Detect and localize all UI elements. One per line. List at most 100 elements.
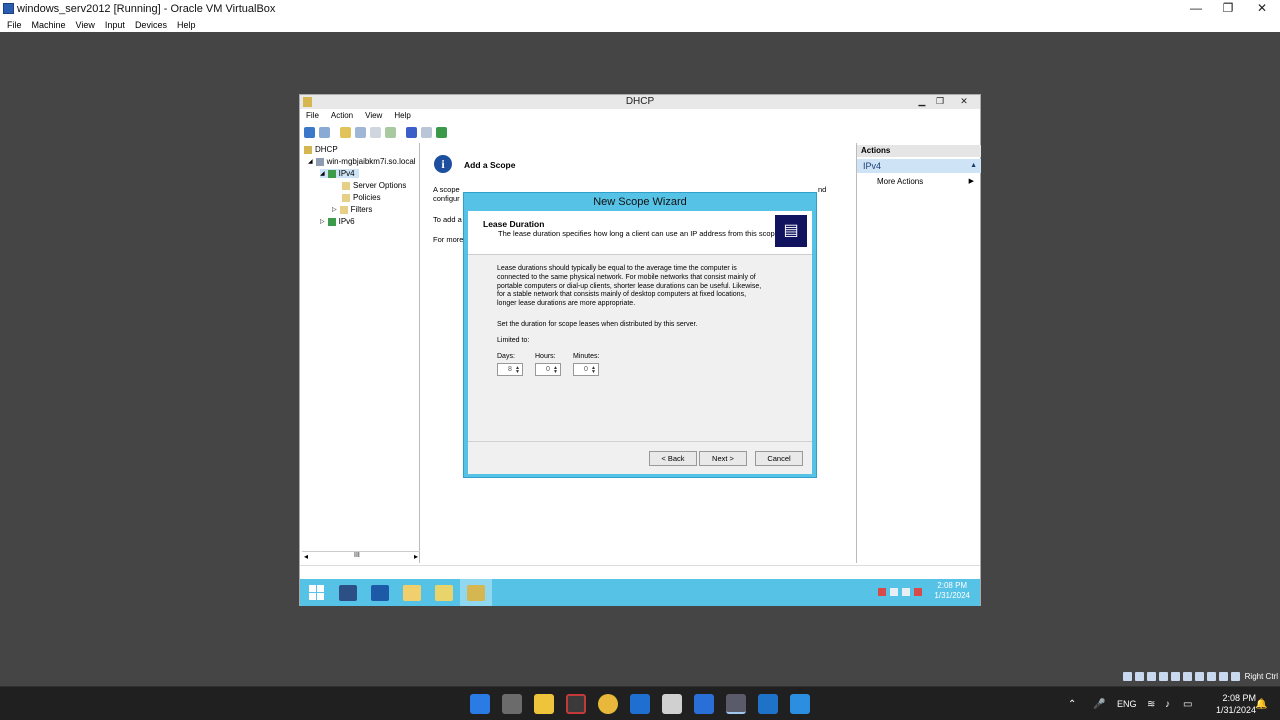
- tree-item-ipv4[interactable]: ◢ IPv4: [320, 169, 359, 178]
- more-actions-link[interactable]: More Actions: [877, 177, 923, 186]
- tree-item-filters[interactable]: ▷ Filters: [332, 205, 372, 214]
- display-icon[interactable]: [1194, 672, 1204, 681]
- host-menu-file[interactable]: File: [7, 20, 22, 30]
- microphone-icon[interactable]: 🎤: [1093, 699, 1105, 710]
- audio-icon[interactable]: [1146, 672, 1156, 681]
- tree-horizontal-scrollbar[interactable]: ◂ III ▸: [302, 551, 420, 561]
- ipv6-icon: [327, 217, 336, 226]
- refresh-icon[interactable]: [385, 126, 396, 138]
- language-indicator[interactable]: ENG: [1117, 699, 1137, 709]
- host-minimize-button[interactable]: —: [1186, 1, 1206, 15]
- mouse-integration-icon[interactable]: [1230, 672, 1240, 681]
- tree-item-dhcp[interactable]: DHCP: [304, 145, 338, 154]
- host-maximize-button[interactable]: ❐: [1218, 1, 1238, 15]
- spin-arrows-icon[interactable]: ▲ ▼: [553, 366, 558, 375]
- show-hide-tree-icon[interactable]: [355, 126, 366, 138]
- dhcp-menu-view[interactable]: View: [365, 111, 382, 123]
- host-menu-input[interactable]: Input: [105, 20, 125, 30]
- monitor-icon[interactable]: [436, 126, 447, 138]
- minutes-spinbox[interactable]: 0 ▲ ▼: [573, 363, 599, 376]
- content-text-line: nd: [818, 185, 827, 194]
- up-folder-icon[interactable]: [340, 126, 351, 138]
- vm-taskbar-server-manager[interactable]: [332, 579, 364, 606]
- dhcp-menu-file[interactable]: File: [306, 111, 319, 123]
- scroll-right-icon[interactable]: ▸: [414, 552, 418, 561]
- days-spinbox[interactable]: 8 ▲ ▼: [497, 363, 523, 376]
- cpu-icon[interactable]: [1218, 672, 1228, 681]
- collapse-icon[interactable]: ◢: [320, 170, 325, 177]
- scroll-thumb[interactable]: III: [354, 552, 360, 559]
- app-icon[interactable]: [566, 694, 586, 714]
- spin-arrows-icon[interactable]: ▲ ▼: [591, 366, 596, 375]
- host-menu-help[interactable]: Help: [177, 20, 196, 30]
- virtualbox-icon[interactable]: [726, 694, 746, 714]
- back-arrow-icon[interactable]: [304, 126, 315, 138]
- optical-drive-icon[interactable]: [1134, 672, 1144, 681]
- remote-desktop-icon[interactable]: [758, 694, 778, 714]
- cube-app-icon[interactable]: [662, 694, 682, 714]
- expand-icon[interactable]: ▷: [320, 218, 325, 225]
- battery-icon[interactable]: ▭: [1183, 699, 1192, 710]
- dhcp-menu-action[interactable]: Action: [331, 111, 353, 123]
- tree-item-label: Filters: [350, 205, 373, 214]
- export-list-icon[interactable]: [370, 126, 381, 138]
- vm-taskbar-explorer[interactable]: [396, 579, 428, 606]
- host-close-button[interactable]: ✕: [1252, 1, 1272, 15]
- content-text-line: To add a: [433, 215, 462, 224]
- notification-bell-icon[interactable]: 🔔: [1255, 699, 1267, 710]
- powershell-icon[interactable]: [694, 694, 714, 714]
- host-clock[interactable]: 2:08 PM 1/31/2024: [1216, 692, 1256, 716]
- chrome-icon[interactable]: [598, 694, 618, 714]
- tray-overflow-icon[interactable]: ⌃: [1068, 699, 1076, 710]
- collapse-icon[interactable]: ◢: [308, 158, 313, 165]
- vm-clock[interactable]: 2:08 PM 1/31/2024: [934, 581, 970, 601]
- properties-icon[interactable]: [421, 126, 432, 138]
- next-button[interactable]: Next >: [699, 451, 747, 466]
- outlook-icon[interactable]: [630, 694, 650, 714]
- back-button[interactable]: < Back: [649, 451, 697, 466]
- hours-spinbox[interactable]: 0 ▲ ▼: [535, 363, 561, 376]
- vm-start-button[interactable]: [300, 579, 332, 606]
- shared-folder-icon[interactable]: [1182, 672, 1192, 681]
- host-menu-machine[interactable]: Machine: [32, 20, 66, 30]
- tree-item-server[interactable]: ◢ win-mgbjaibkm7i.so.local: [308, 157, 420, 166]
- actions-section-ipv4[interactable]: IPv4 ▲: [857, 159, 981, 173]
- network-icon[interactable]: [890, 588, 898, 596]
- dhcp-restore-button[interactable]: ❐: [932, 95, 948, 107]
- vm-taskbar-dhcp[interactable]: [460, 579, 492, 606]
- expand-icon[interactable]: ▷: [332, 206, 337, 213]
- actions-header: Actions: [857, 145, 981, 157]
- task-view-icon[interactable]: [502, 694, 522, 714]
- volume-icon[interactable]: ♪: [1165, 699, 1170, 710]
- action-center-icon[interactable]: [878, 588, 886, 596]
- file-explorer-icon[interactable]: [534, 694, 554, 714]
- submenu-arrow-icon[interactable]: ▶: [969, 177, 974, 185]
- wifi-icon[interactable]: ≋: [1147, 699, 1155, 710]
- speaker-icon[interactable]: [902, 588, 910, 596]
- host-menu-view[interactable]: View: [76, 20, 95, 30]
- dhcp-menu-help[interactable]: Help: [394, 111, 410, 123]
- dhcp-statusbar: [300, 565, 980, 575]
- collapse-up-icon[interactable]: ▲: [970, 159, 977, 173]
- cancel-button[interactable]: Cancel: [755, 451, 803, 466]
- dhcp-close-button[interactable]: ✕: [956, 95, 972, 107]
- tree-item-server-options[interactable]: Server Options: [342, 181, 406, 190]
- dhcp-icon: [467, 584, 485, 601]
- forward-arrow-icon[interactable]: [319, 126, 330, 138]
- storage-icon[interactable]: [1122, 672, 1132, 681]
- host-menu-devices[interactable]: Devices: [135, 20, 167, 30]
- usb-icon[interactable]: [1170, 672, 1180, 681]
- scroll-left-icon[interactable]: ◂: [304, 552, 308, 561]
- help-icon[interactable]: [406, 126, 417, 138]
- vm-taskbar-powershell[interactable]: [364, 579, 396, 606]
- start-icon[interactable]: [470, 694, 490, 714]
- recording-icon[interactable]: [1206, 672, 1216, 681]
- tree-item-policies[interactable]: Policies: [342, 193, 381, 202]
- notification-icon[interactable]: [914, 588, 922, 596]
- network-adapter-icon[interactable]: [1158, 672, 1168, 681]
- vm-taskbar-app[interactable]: [428, 579, 460, 606]
- azure-icon[interactable]: [790, 694, 810, 714]
- tree-item-ipv6[interactable]: ▷ IPv6: [320, 217, 355, 226]
- spin-arrows-icon[interactable]: ▲ ▼: [515, 366, 520, 375]
- dhcp-minimize-button[interactable]: ▁: [914, 95, 930, 107]
